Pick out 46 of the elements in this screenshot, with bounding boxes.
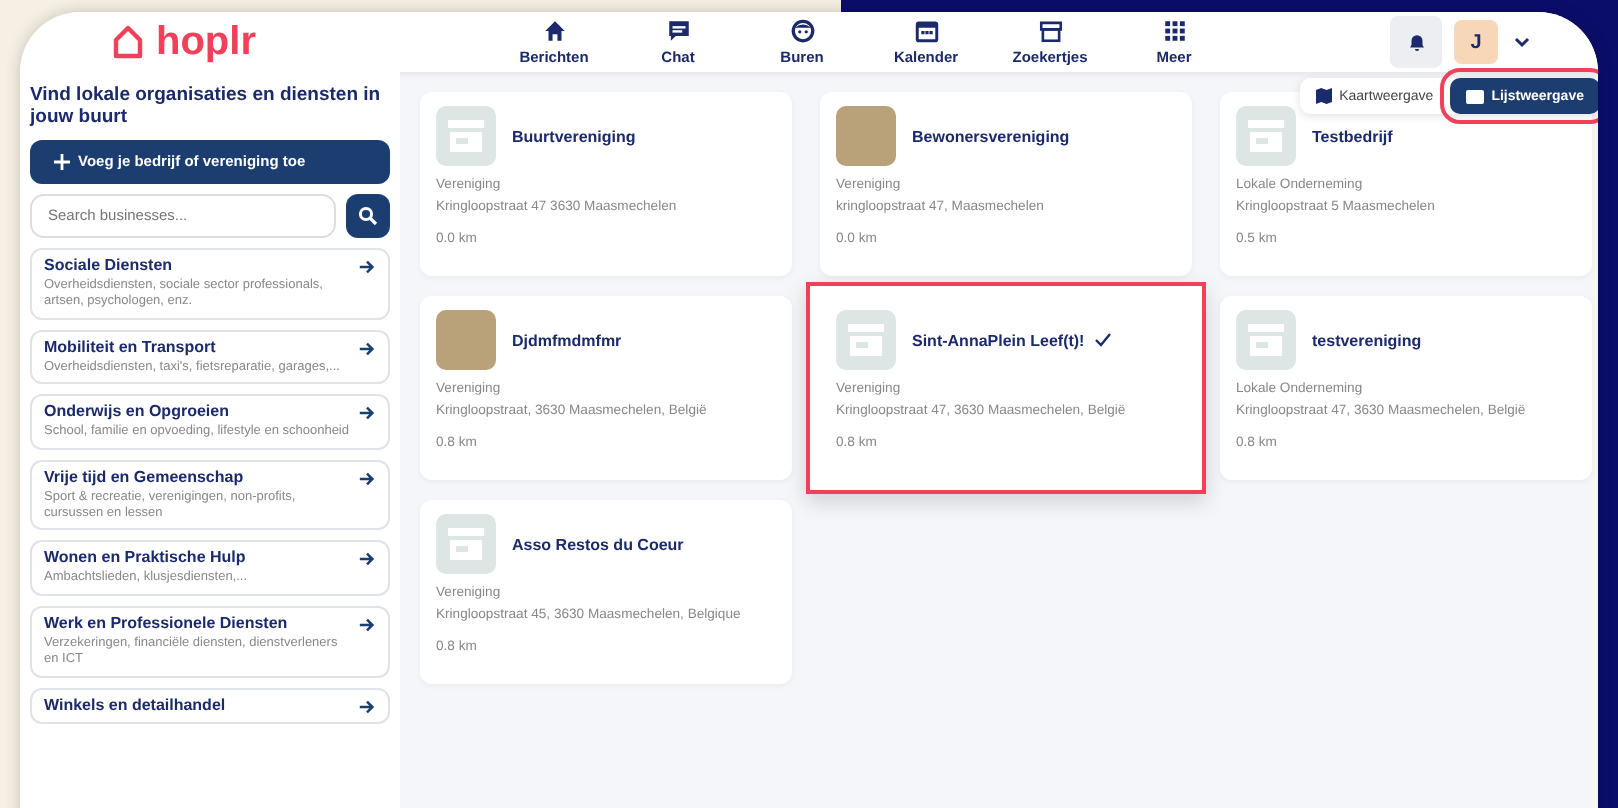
calendar-icon xyxy=(913,18,939,44)
shop-icon xyxy=(1037,18,1063,44)
plus-icon xyxy=(54,153,70,170)
bell-icon xyxy=(1405,30,1427,54)
house-icon xyxy=(112,24,144,60)
category-title: Werk en Professionele Diensten xyxy=(44,613,290,632)
notifications-button[interactable] xyxy=(1390,16,1442,68)
category-title: Mobiliteit en Transport xyxy=(44,337,218,356)
arrow-right-icon xyxy=(358,697,376,716)
business-name: Asso Restos du Coeur xyxy=(512,535,684,553)
business-name: Djdmfmdmfmr xyxy=(512,331,622,349)
store-icon xyxy=(436,514,496,574)
store-icon xyxy=(836,310,896,370)
category-title: Winkels en detailhandel xyxy=(44,695,226,714)
avatar[interactable]: J xyxy=(1454,20,1498,64)
arrow-right-icon xyxy=(358,404,376,423)
arrow-right-icon xyxy=(358,615,376,634)
business-name: Testbedrijf xyxy=(1312,127,1393,145)
logo-text[interactable]: hoplr xyxy=(156,19,256,65)
arrow-right-icon xyxy=(358,339,376,358)
store-icon xyxy=(1236,310,1296,370)
business-name: Sint-AnnaPlein Leef(t)! xyxy=(912,331,1085,349)
arrow-right-icon xyxy=(358,469,376,488)
category-title: Sociale Diensten xyxy=(44,255,175,274)
category-item[interactable]: Winkels en detailhandel xyxy=(30,687,390,724)
map-icon xyxy=(1315,88,1332,104)
home-icon xyxy=(541,18,567,44)
list-view-icon xyxy=(1465,89,1484,103)
chat-icon xyxy=(665,18,691,44)
search-icon xyxy=(358,205,378,226)
store-icon xyxy=(1236,106,1296,166)
photo-placeholder xyxy=(836,106,896,166)
sidebar-title: Vind lokale organisaties en diensten in jouw buurt xyxy=(30,84,383,130)
category-title: Vrije tijd en Gemeenschap xyxy=(44,467,246,486)
business-name: Buurtvereniging xyxy=(512,127,636,145)
business-name: testvereniging xyxy=(1312,331,1422,349)
arrow-right-icon xyxy=(358,550,376,569)
business-name: Bewonersvereniging xyxy=(912,127,1070,145)
store-icon xyxy=(436,106,496,166)
arrow-right-icon xyxy=(358,257,376,276)
face-icon xyxy=(789,18,815,44)
photo-placeholder xyxy=(436,310,496,370)
grid-icon xyxy=(1161,18,1187,44)
category-title: Wonen en Praktische Hulp xyxy=(44,548,248,567)
search-button[interactable] xyxy=(346,193,390,238)
category-title: Onderwijs en Opgroeien xyxy=(44,402,231,421)
